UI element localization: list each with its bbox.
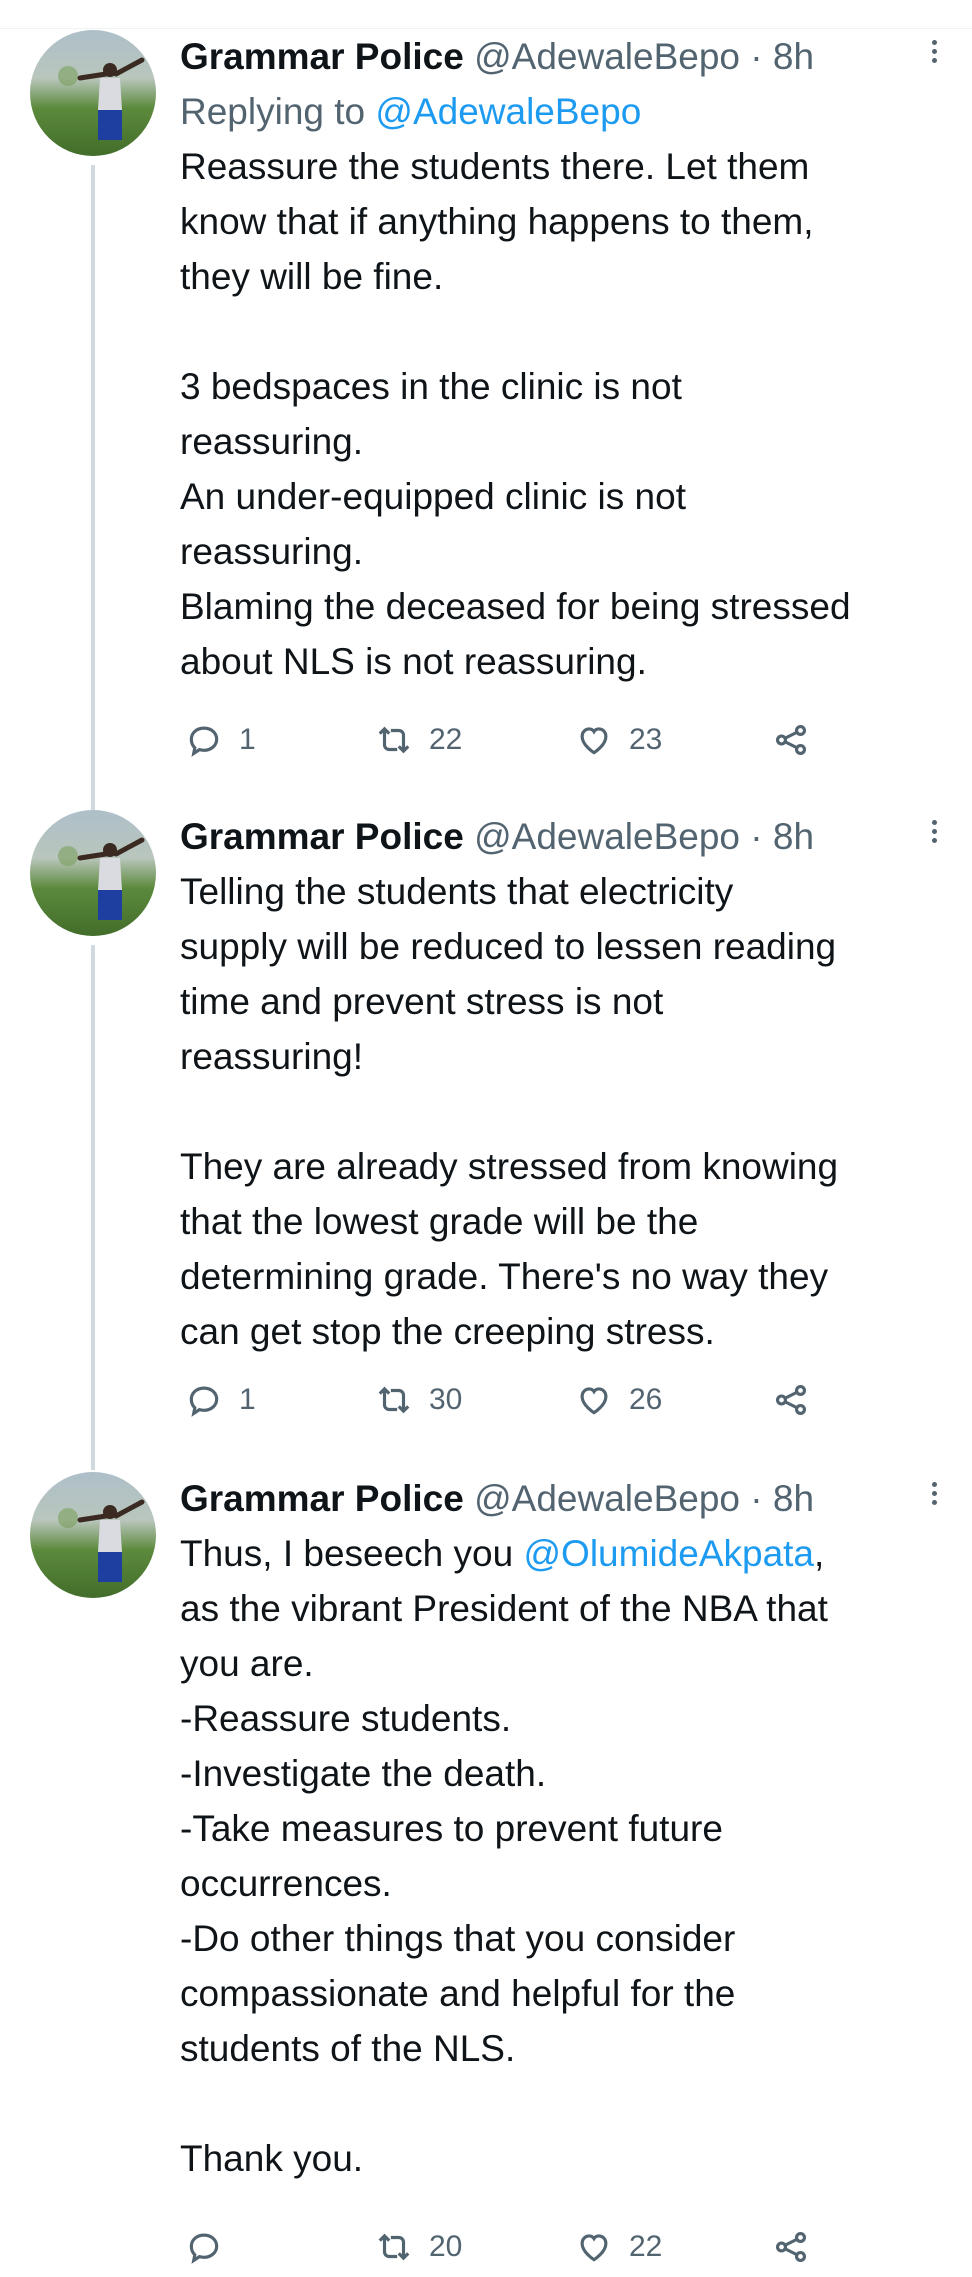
user-handle[interactable]: @AdewaleBepo (474, 1478, 740, 1519)
avatar[interactable] (30, 810, 156, 936)
tweet-header: Grammar Police @AdewaleBepo · 8h (180, 810, 940, 864)
share-icon (775, 724, 807, 756)
tweet-actions: 1 22 23 (180, 710, 900, 770)
user-handle[interactable]: @AdewaleBepo (474, 816, 740, 857)
separator-dot: · (740, 816, 773, 857)
tweet-header: Grammar Police @AdewaleBepo · 8h (180, 1472, 940, 1526)
heart-icon (580, 727, 608, 755)
reply-icon (189, 726, 219, 757)
like-button[interactable]: 23 (575, 710, 662, 770)
replying-to-mention[interactable]: @AdewaleBepo (375, 91, 641, 132)
tweet-text: Reassure the students there. Let them kn… (180, 146, 851, 682)
tweet-actions: 20 22 (180, 2217, 900, 2277)
top-divider (0, 28, 972, 29)
share-button[interactable] (772, 710, 810, 770)
retweet-count: 22 (429, 723, 463, 756)
more-vertical-icon[interactable] (928, 36, 940, 76)
retweet-icon (378, 1386, 410, 1414)
share-button[interactable] (772, 2217, 810, 2277)
display-name[interactable]: Grammar Police (180, 36, 464, 77)
retweet-count: 30 (429, 1383, 463, 1416)
heart-icon (580, 2234, 608, 2262)
display-name[interactable]: Grammar Police (180, 816, 464, 857)
user-handle[interactable]: @AdewaleBepo (474, 36, 740, 77)
tweet-text-part: Thus, I beseech you (180, 1533, 524, 1574)
retweet-button[interactable]: 20 (375, 2217, 462, 2277)
tweet-text: Telling the students that electricity su… (180, 871, 839, 1352)
more-vertical-icon[interactable] (928, 816, 940, 856)
user-mention-link[interactable]: @OlumideAkpata (523, 1533, 814, 1574)
avatar[interactable] (30, 30, 156, 156)
tweet-actions: 1 30 26 (180, 1370, 900, 1430)
reply-button[interactable] (185, 2217, 239, 2277)
thread-line (91, 945, 95, 1470)
thread-line (91, 165, 95, 815)
share-icon (775, 2231, 807, 2263)
like-button[interactable]: 26 (575, 1370, 662, 1430)
retweet-count: 20 (429, 2230, 463, 2263)
like-count: 26 (629, 1383, 663, 1416)
reply-count: 1 (239, 1383, 256, 1416)
like-count: 22 (629, 2230, 663, 2263)
avatar[interactable] (30, 1472, 156, 1598)
retweet-icon (378, 2233, 410, 2261)
retweet-button[interactable]: 30 (375, 1370, 462, 1430)
reply-button[interactable]: 1 (185, 1370, 256, 1430)
timestamp[interactable]: 8h (773, 816, 814, 857)
reply-count: 1 (239, 723, 256, 756)
tweet-header: Grammar Police @AdewaleBepo · 8h (180, 30, 940, 84)
share-button[interactable] (772, 1370, 810, 1430)
reply-icon (189, 2233, 219, 2264)
retweet-icon (378, 726, 410, 754)
retweet-button[interactable]: 22 (375, 710, 462, 770)
tweet-text-part: , as the vibrant President of the NBA th… (180, 1533, 828, 2179)
separator-dot: · (740, 36, 773, 77)
timestamp[interactable]: 8h (773, 36, 814, 77)
replying-to-label: Replying to (180, 91, 376, 132)
separator-dot: · (740, 1478, 773, 1519)
replying-to: Replying to @AdewaleBepo (180, 84, 940, 139)
share-icon (775, 1384, 807, 1416)
more-vertical-icon[interactable] (928, 1478, 940, 1518)
reply-icon (189, 1386, 219, 1417)
like-button[interactable]: 22 (575, 2217, 662, 2277)
heart-icon (580, 1387, 608, 1415)
tweet-text: Thus, I beseech you @OlumideAkpata, as t… (180, 1526, 940, 2186)
timestamp[interactable]: 8h (773, 1478, 814, 1519)
like-count: 23 (629, 723, 663, 756)
display-name[interactable]: Grammar Police (180, 1478, 464, 1519)
reply-button[interactable]: 1 (185, 710, 256, 770)
